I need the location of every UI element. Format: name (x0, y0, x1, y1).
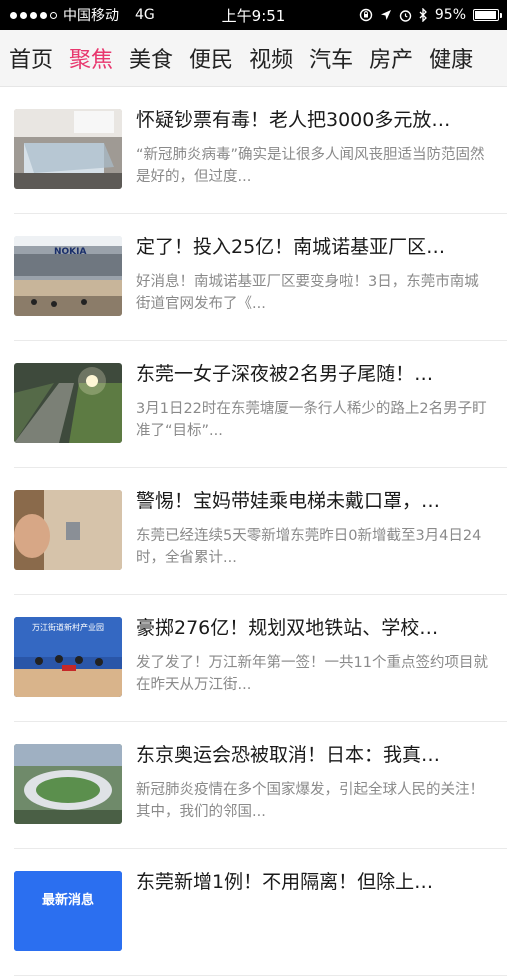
bluetooth-icon (419, 8, 427, 22)
thumbnail-caption: NOKIA (54, 247, 87, 257)
news-summary (136, 906, 488, 950)
status-bar: 中国移动 4G 上午9:51 95% (0, 0, 507, 30)
news-summary: 东莞已经连续5天零新增东莞昨日0新增截至3月4日24时，全省累计... (136, 528, 482, 566)
location-icon (380, 10, 391, 20)
news-title: 怀疑钞票有毒！老人把3000多元放… (136, 109, 451, 131)
thumbnail-caption: 最新消息 (41, 893, 94, 908)
news-item[interactable]: 警惕！宝妈带娃乘电梯未戴口罩，… 东莞已经连续5天零新增东莞昨日0新增截至3月4日… (14, 468, 507, 595)
news-thumbnail (14, 490, 122, 570)
news-item[interactable]: 定了！投入25亿！南城诺基亚厂区… 好消息！南城诺基亚厂区要变身啦！3日，东莞市南… (14, 214, 507, 341)
news-title: 东莞一女子深夜被2名男子尾随！… (136, 363, 434, 385)
news-thumbnail (14, 363, 122, 443)
tab-5[interactable]: 汽车 (309, 42, 353, 74)
news-item[interactable]: 东莞一女子深夜被2名男子尾随！… 3月1日22时在东莞塘厦一条行人稀少的路上2名男… (14, 341, 507, 468)
thumb-street (14, 363, 122, 443)
news-title: 东京奥运会恐被取消！日本：我真… (136, 744, 441, 766)
category-tabs: 首页 聚焦 美食 便民 视频 汽车 房产 健康 (0, 30, 507, 87)
news-item[interactable]: 豪掷276亿！规划双地铁站、学校… 发了发了！万江新年第一签！一共11个重点签约项… (14, 595, 507, 722)
news-summary: 3月1日22时在东莞塘厦一条行人稀少的路上2名男子盯准了“目标”... (136, 401, 487, 439)
news-thumbnail (14, 871, 122, 951)
tab-4[interactable]: 视频 (249, 42, 293, 74)
news-summary: 发了发了！万江新年第一签！一共11个重点签约项目就在昨天从万江街... (136, 655, 488, 693)
rotation-lock-icon (359, 8, 373, 22)
thumb-news (14, 871, 122, 951)
battery-percent: 95% (434, 7, 466, 23)
news-summary: 好消息！南城诺基亚厂区要变身啦！3日，东莞市南城街道官网发布了《... (136, 274, 479, 312)
news-title: 警惕！宝妈带娃乘电梯未戴口罩，… (136, 490, 441, 512)
tab-7[interactable]: 健康 (429, 42, 473, 74)
thumb-elevator (14, 490, 122, 570)
time-label: 上午9:51 (221, 6, 286, 25)
news-summary: “新冠肺炎病毒”确实是让很多人闻风丧胆适当防范固然是好的，但过度... (136, 147, 485, 185)
battery-icon (473, 9, 502, 21)
news-summary: 新冠肺炎疫情在多个国家爆发，引起全球人民的关注！其中，我们的邻国... (136, 782, 484, 820)
news-feed: 怀疑钞票有毒！老人把3000多元放… “新冠肺炎病毒”确实是让很多人闻风丧胆适当防… (0, 87, 507, 976)
news-title: 豪掷276亿！规划双地铁站、学校… (136, 617, 439, 639)
tab-0[interactable]: 首页 (9, 42, 53, 74)
tab-1[interactable]: 聚焦 (69, 42, 113, 74)
news-thumbnail (14, 109, 122, 189)
tab-6[interactable]: 房产 (369, 42, 413, 74)
news-title: 定了！投入25亿！南城诺基亚厂区… (136, 236, 446, 258)
alarm-icon (399, 9, 412, 22)
status-right: 95% (359, 0, 502, 30)
news-item[interactable]: 东京奥运会恐被取消！日本：我真… 新冠肺炎疫情在多个国家爆发，引起全球人民的关注！… (14, 722, 507, 849)
news-item[interactable]: 怀疑钞票有毒！老人把3000多元放… “新冠肺炎病毒”确实是让很多人闻风丧胆适当防… (14, 87, 507, 214)
tab-2[interactable]: 美食 (129, 42, 173, 74)
tab-3[interactable]: 便民 (189, 42, 233, 74)
thumb-lab (14, 109, 122, 189)
news-thumbnail (14, 744, 122, 824)
news-item[interactable]: 东莞新增1例！不用隔离！但除上… 最新消息 (14, 849, 507, 976)
thumbnail-caption: 万江街道新村产业园 (32, 623, 104, 632)
thumb-stadium (14, 744, 122, 824)
news-title: 东莞新增1例！不用隔离！但除上… (136, 871, 434, 893)
